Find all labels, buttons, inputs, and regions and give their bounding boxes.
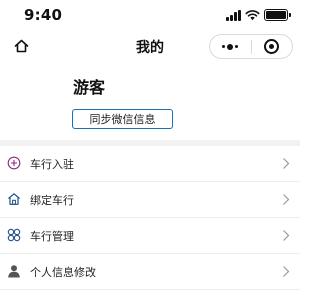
profile-section: 游客 同步微信信息 xyxy=(0,64,300,140)
username: 游客 xyxy=(73,78,106,97)
wifi-icon xyxy=(245,10,260,21)
status-time: 9:40 xyxy=(24,6,63,24)
status-bar: 9:40 xyxy=(0,0,300,28)
more-dots-icon xyxy=(222,43,239,50)
clover-icon xyxy=(7,228,21,242)
more-button[interactable] xyxy=(210,35,251,58)
sync-wechat-button[interactable]: 同步微信信息 xyxy=(72,109,173,129)
house-icon xyxy=(7,192,21,206)
menu-item-label: 车行入驻 xyxy=(30,158,74,171)
target-icon xyxy=(264,39,280,54)
chevron-right-icon xyxy=(283,266,290,277)
home-icon xyxy=(14,39,28,53)
menu-item-label: 绑定车行 xyxy=(30,194,74,207)
nav-bar: 我的 xyxy=(0,28,300,64)
chevron-right-icon xyxy=(283,194,290,205)
status-icons xyxy=(226,9,291,21)
menu-item-dealer-management[interactable]: 车行管理 xyxy=(0,218,300,254)
battery-icon xyxy=(264,9,291,21)
chevron-right-icon xyxy=(283,158,290,169)
menu-item-edit-profile[interactable]: 个人信息修改 xyxy=(0,254,300,290)
menu-item-label: 个人信息修改 xyxy=(30,266,96,279)
person-icon xyxy=(7,264,21,278)
menu-item-dealer-register[interactable]: 车行入驻 xyxy=(0,146,300,182)
home-button[interactable] xyxy=(10,35,32,57)
menu-list: 车行入驻 绑定车行 车行管理 个人信息修改 xyxy=(0,146,300,290)
signal-icon xyxy=(226,9,241,21)
menu-item-label: 车行管理 xyxy=(30,230,74,243)
plus-circle-icon xyxy=(7,156,21,170)
capsule-menu xyxy=(209,34,293,59)
chevron-right-icon xyxy=(283,230,290,241)
close-miniprogram-button[interactable] xyxy=(252,35,293,58)
menu-item-bind-dealer[interactable]: 绑定车行 xyxy=(0,182,300,218)
